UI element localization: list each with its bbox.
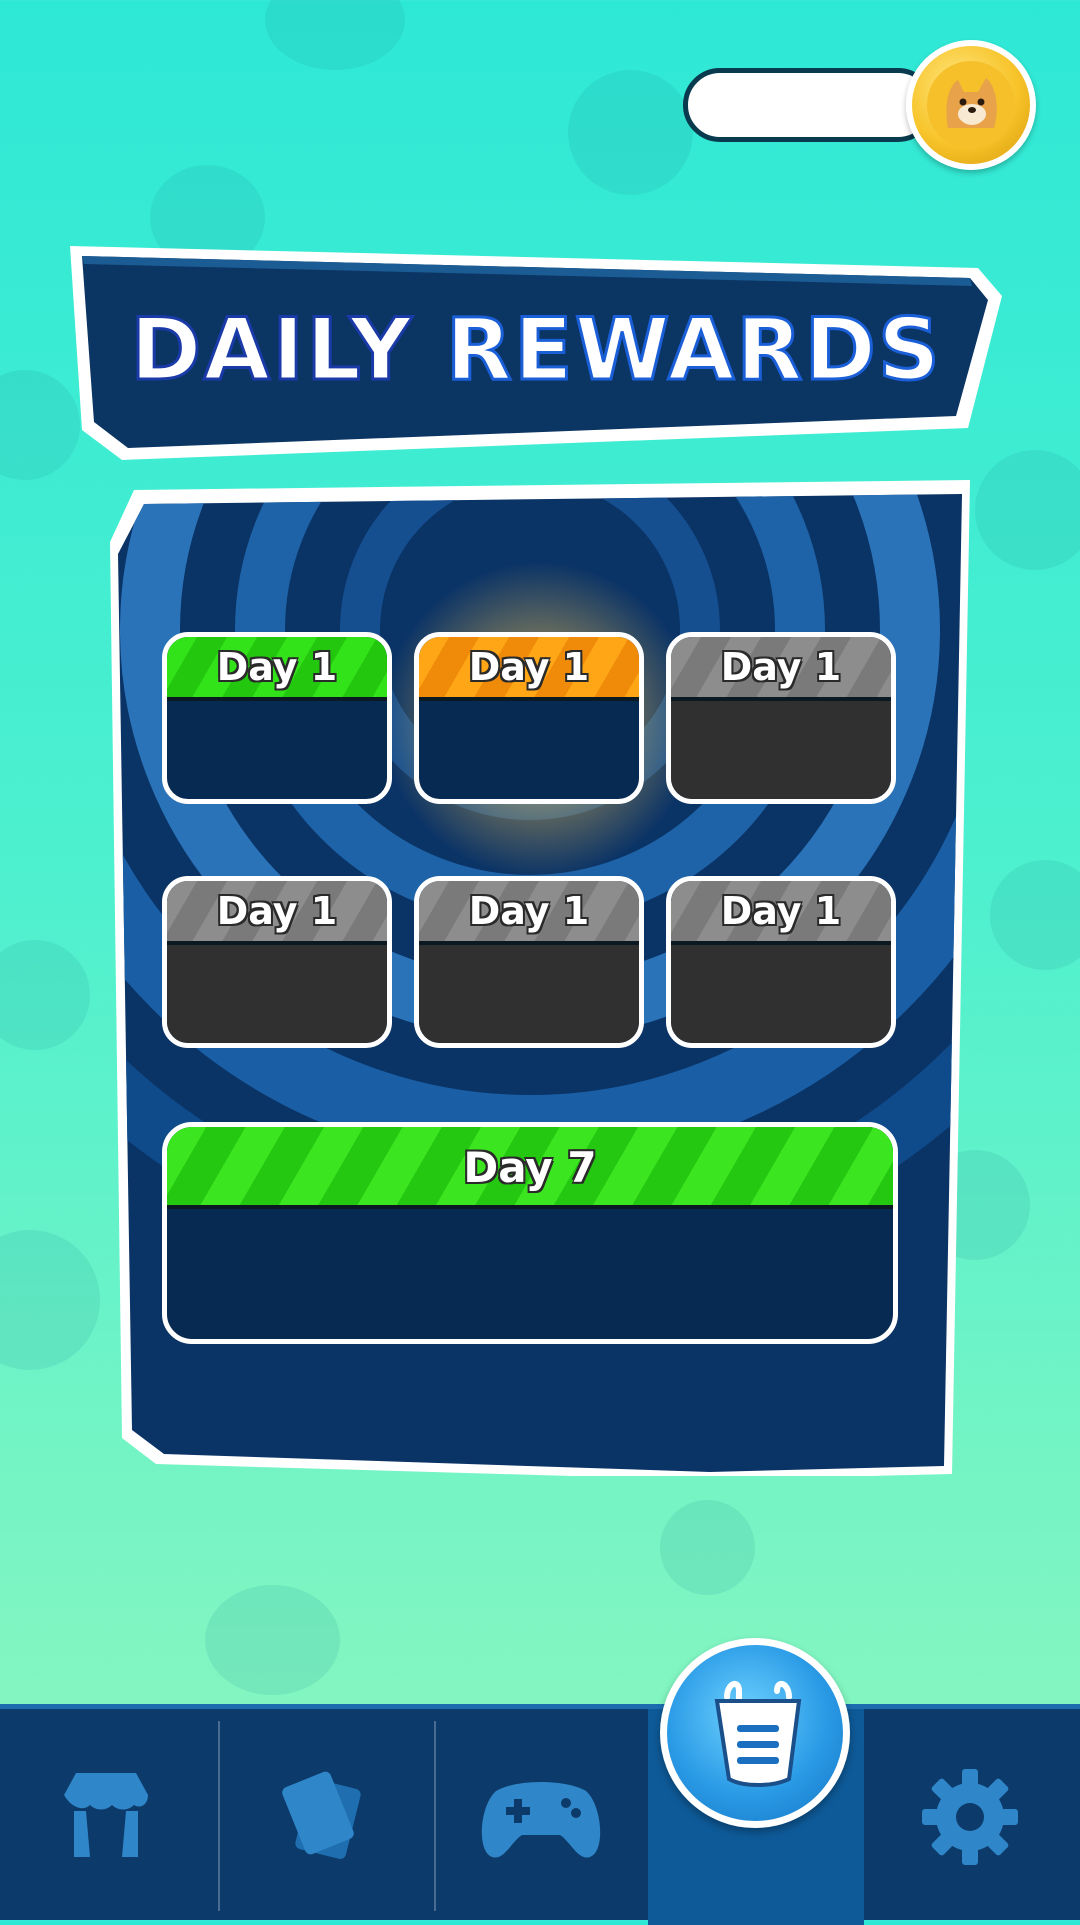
day-label: Day 1 [468, 889, 590, 933]
day-card-header: Day 7 [167, 1127, 893, 1209]
day-card-7[interactable]: Day 7 [162, 1122, 898, 1344]
nav-play[interactable] [436, 1709, 648, 1925]
day-card-body [419, 945, 639, 1043]
coin-counter [683, 68, 935, 142]
shopping-bag-icon [714, 1680, 802, 1787]
doge-coin-icon [906, 40, 1036, 170]
day-card-body [419, 701, 639, 799]
day-label: Day 1 [468, 645, 590, 689]
day-card-5[interactable]: Day 1 [414, 876, 644, 1048]
background-emoji [0, 940, 90, 1050]
background-emoji [265, 0, 405, 70]
day-label: Day 1 [216, 645, 338, 689]
day-label: Day 1 [720, 645, 842, 689]
background-emoji [990, 860, 1080, 970]
day-card-6[interactable]: Day 1 [666, 876, 896, 1048]
day-card-header: Day 1 [671, 881, 891, 945]
day-card-2[interactable]: Day 1 [414, 632, 644, 804]
day-card-3[interactable]: Day 1 [666, 632, 896, 804]
gamepad-icon [481, 1782, 601, 1858]
day-label: Day 1 [720, 889, 842, 933]
bottom-nav [0, 1704, 1080, 1925]
title-word-rewards: REWARDS [444, 299, 942, 402]
cards-icon [282, 1771, 361, 1859]
day-card-header: Day 1 [167, 637, 387, 701]
page-title: DAILY REWARDS [68, 299, 1004, 402]
title-word-daily: DAILY [129, 299, 414, 402]
shop-awning-icon [64, 1773, 148, 1857]
day-card-header: Day 1 [671, 637, 891, 701]
background-emoji [205, 1585, 340, 1695]
day-card-1[interactable]: Day 1 [162, 632, 392, 804]
day-card-body [671, 701, 891, 799]
background-emoji [0, 1230, 100, 1370]
day-card-body [167, 701, 387, 799]
background-emoji [660, 1500, 755, 1595]
day-card-4[interactable]: Day 1 [162, 876, 392, 1048]
day-label: Day 7 [463, 1143, 597, 1192]
day-card-body [671, 945, 891, 1043]
background-emoji [568, 70, 693, 195]
background-emoji [975, 450, 1080, 570]
day-card-header: Day 1 [167, 881, 387, 945]
nav-settings[interactable] [864, 1709, 1080, 1925]
day-card-body [167, 945, 387, 1043]
title-banner: DAILY REWARDS [68, 242, 1004, 464]
store-button[interactable] [660, 1638, 850, 1828]
nav-cards[interactable] [220, 1709, 434, 1925]
nav-shop[interactable] [0, 1709, 218, 1925]
day-card-header: Day 1 [419, 881, 639, 945]
day-card-header: Day 1 [419, 637, 639, 701]
day-label: Day 1 [216, 889, 338, 933]
gear-icon [922, 1769, 1018, 1865]
